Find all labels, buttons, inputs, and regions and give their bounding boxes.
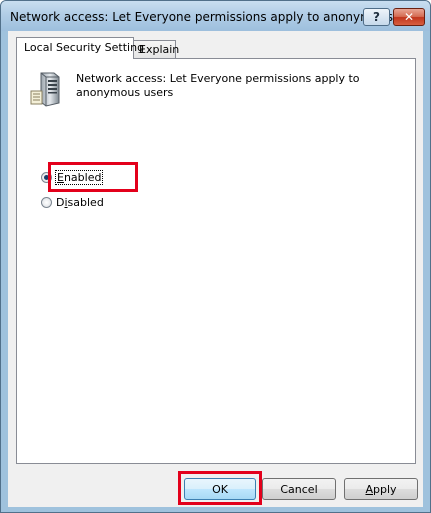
help-button[interactable]: ? <box>363 8 390 26</box>
ok-button[interactable]: OK <box>184 478 256 500</box>
tab-panel: Network access: Let Everyone permissions… <box>16 58 416 464</box>
help-icon: ? <box>373 10 380 24</box>
disabled-option[interactable]: Disabled <box>41 194 104 210</box>
enabled-option[interactable]: Enabled <box>41 169 104 185</box>
apply-button[interactable]: Apply <box>344 478 418 500</box>
title-bar[interactable]: Network access: Let Everyone permissions… <box>1 1 430 31</box>
cancel-button[interactable]: Cancel <box>262 478 336 500</box>
disabled-radio[interactable] <box>41 196 52 208</box>
enabled-radio[interactable] <box>41 171 52 183</box>
close-button[interactable]: ✕ <box>393 8 425 26</box>
dialog-window: Network access: Let Everyone permissions… <box>0 0 431 513</box>
enabled-label[interactable]: Enabled <box>54 169 104 185</box>
disabled-label[interactable]: Disabled <box>56 196 104 209</box>
window-title: Network access: Let Everyone permissions… <box>10 10 405 24</box>
tab-local-security-setting[interactable]: Local Security Setting <box>16 37 144 59</box>
server-icon <box>30 72 60 107</box>
policy-description: Network access: Let Everyone permissions… <box>76 72 360 99</box>
close-icon: ✕ <box>403 10 415 24</box>
dialog-client-area: Local Security Setting Explain Network a… <box>8 31 423 507</box>
